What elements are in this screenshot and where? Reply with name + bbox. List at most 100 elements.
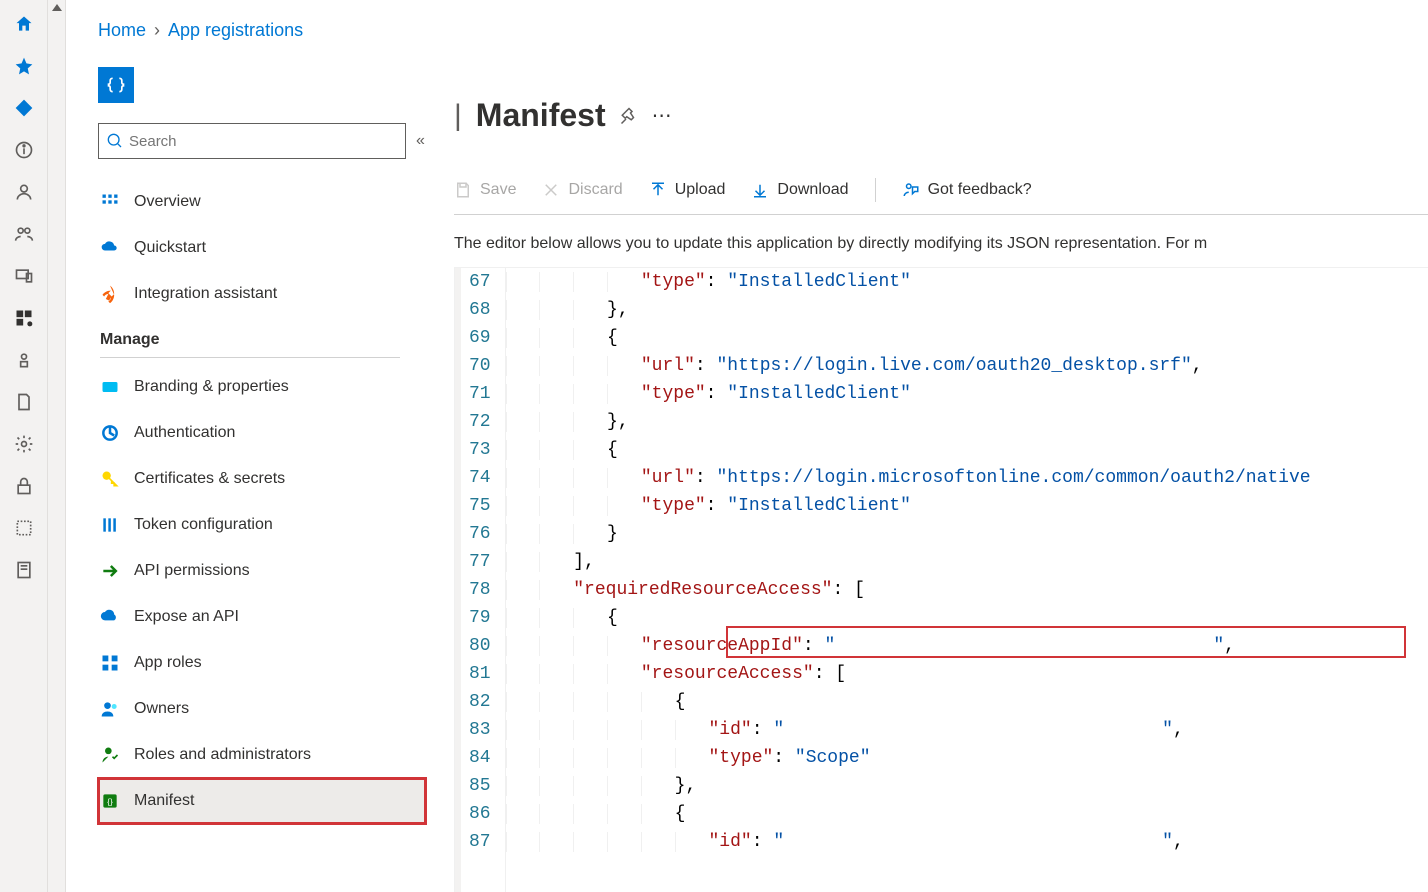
diamond-icon[interactable] [12,96,36,120]
page-title-row: | Manifest ⋯ [454,97,1428,134]
apps-grid-icon[interactable] [12,306,36,330]
user-icon[interactable] [12,180,36,204]
rocket-icon [100,284,120,304]
nav-quickstart[interactable]: Quickstart [98,225,426,271]
breadcrumb-home[interactable]: Home [98,20,146,41]
nav-label: App roles [134,654,202,672]
code-line[interactable]: { [506,604,1311,632]
svg-text:{}: {} [107,796,113,806]
nav-roles-admin[interactable]: Roles and administrators [98,732,426,778]
scrollbar[interactable] [48,0,66,892]
nav-expose-api[interactable]: Expose an API [98,594,426,640]
code-line[interactable]: }, [506,408,1311,436]
lock-icon[interactable] [12,474,36,498]
nav-label: Overview [134,193,201,211]
square-dots-icon[interactable] [12,516,36,540]
collapse-nav-icon[interactable]: « [416,132,425,150]
nav-branding[interactable]: Branding & properties [98,364,426,410]
group-icon[interactable] [12,222,36,246]
identity-icon[interactable] [12,348,36,372]
search-input[interactable] [98,123,406,159]
toolbar-label: Discard [568,181,622,199]
code-line[interactable]: "requiredResourceAccess": [ [506,576,1311,604]
gear-icon[interactable] [12,432,36,456]
download-icon [751,181,769,199]
owners-icon [100,699,120,719]
toolbar-label: Upload [675,181,726,199]
nav-label: Integration assistant [134,285,277,303]
nav-overview[interactable]: Overview [98,179,426,225]
nav-authentication[interactable]: Authentication [98,410,426,456]
feedback-button[interactable]: Got feedback? [902,181,1032,199]
code-line[interactable]: "type": "InstalledClient" [506,268,1311,296]
code-line[interactable]: ], [506,548,1311,576]
editor-line-gutter: 6768697071727374757677787980818283848586… [455,268,506,892]
star-icon[interactable] [12,54,36,78]
download-button[interactable]: Download [751,181,848,199]
code-line[interactable]: } [506,520,1311,548]
manage-section-header: Manage [100,331,400,358]
code-line[interactable]: "id": " ", [506,716,1311,744]
pin-icon[interactable] [620,107,638,125]
nav-integration-assistant[interactable]: Integration assistant [98,271,426,317]
cloud-upload-icon [100,607,120,627]
nav-label: Owners [134,700,189,718]
nav-label: Branding & properties [134,378,289,396]
app-roles-icon [100,653,120,673]
left-nav-panel: « Overview Quickstart Integration assist… [66,51,426,892]
bars-icon [100,515,120,535]
manifest-icon: {} [100,791,120,811]
code-line[interactable]: { [506,324,1311,352]
code-line[interactable]: }, [506,296,1311,324]
nav-app-roles[interactable]: App roles [98,640,426,686]
grid-icon [100,192,120,212]
upload-button[interactable]: Upload [649,181,726,199]
nav-token-config[interactable]: Token configuration [98,502,426,548]
code-line[interactable]: "url": "https://login.live.com/oauth20_d… [506,352,1311,380]
devices-icon[interactable] [12,264,36,288]
scroll-up-icon[interactable] [52,4,62,11]
admin-icon [100,745,120,765]
nav-owners[interactable]: Owners [98,686,426,732]
code-line[interactable]: "resourceAppId": " ", [506,632,1311,660]
discard-button: Discard [542,181,622,199]
code-line[interactable]: "type": "InstalledClient" [506,492,1311,520]
nav-manifest[interactable]: {} Manifest [98,778,426,824]
json-editor[interactable]: 6768697071727374757677787980818283848586… [454,267,1428,892]
code-line[interactable]: }, [506,772,1311,800]
editor-description: The editor below allows you to update th… [454,235,1428,253]
feedback-icon [902,181,920,199]
document-icon[interactable] [12,390,36,414]
server-icon[interactable] [12,558,36,582]
code-line[interactable]: "type": "InstalledClient" [506,380,1311,408]
toolbar-label: Got feedback? [928,181,1032,199]
editor-code-area[interactable]: "type": "InstalledClient" }, { "url": "h… [506,268,1311,892]
code-line[interactable]: "resourceAccess": [ [506,660,1311,688]
breadcrumb-app-registrations[interactable]: App registrations [168,20,303,41]
chevron-right-icon: › [154,20,160,41]
cloud-icon [100,238,120,258]
branding-icon [100,377,120,397]
code-line[interactable]: { [506,800,1311,828]
home-icon[interactable] [12,12,36,36]
nav-api-permissions[interactable]: API permissions [98,548,426,594]
breadcrumb: Home › App registrations [66,0,1428,51]
search-field[interactable] [129,133,397,150]
info-icon[interactable] [12,138,36,162]
code-line[interactable]: "type": "Scope" [506,744,1311,772]
code-line[interactable]: { [506,436,1311,464]
code-line[interactable]: "url": "https://login.microsoftonline.co… [506,464,1311,492]
nav-label: API permissions [134,562,250,580]
nav-certificates[interactable]: Certificates & secrets [98,456,426,502]
more-icon[interactable]: ⋯ [652,103,674,128]
nav-label: Certificates & secrets [134,470,285,488]
nav-label: Quickstart [134,239,206,257]
toolbar-label: Download [777,181,848,199]
code-line[interactable]: { [506,688,1311,716]
nav-label: Expose an API [134,608,239,626]
nav-label: Manifest [134,792,194,810]
code-line[interactable]: "id": " ", [506,828,1311,856]
toolbar-label: Save [480,181,516,199]
close-icon [542,181,560,199]
nav-label: Token configuration [134,516,273,534]
